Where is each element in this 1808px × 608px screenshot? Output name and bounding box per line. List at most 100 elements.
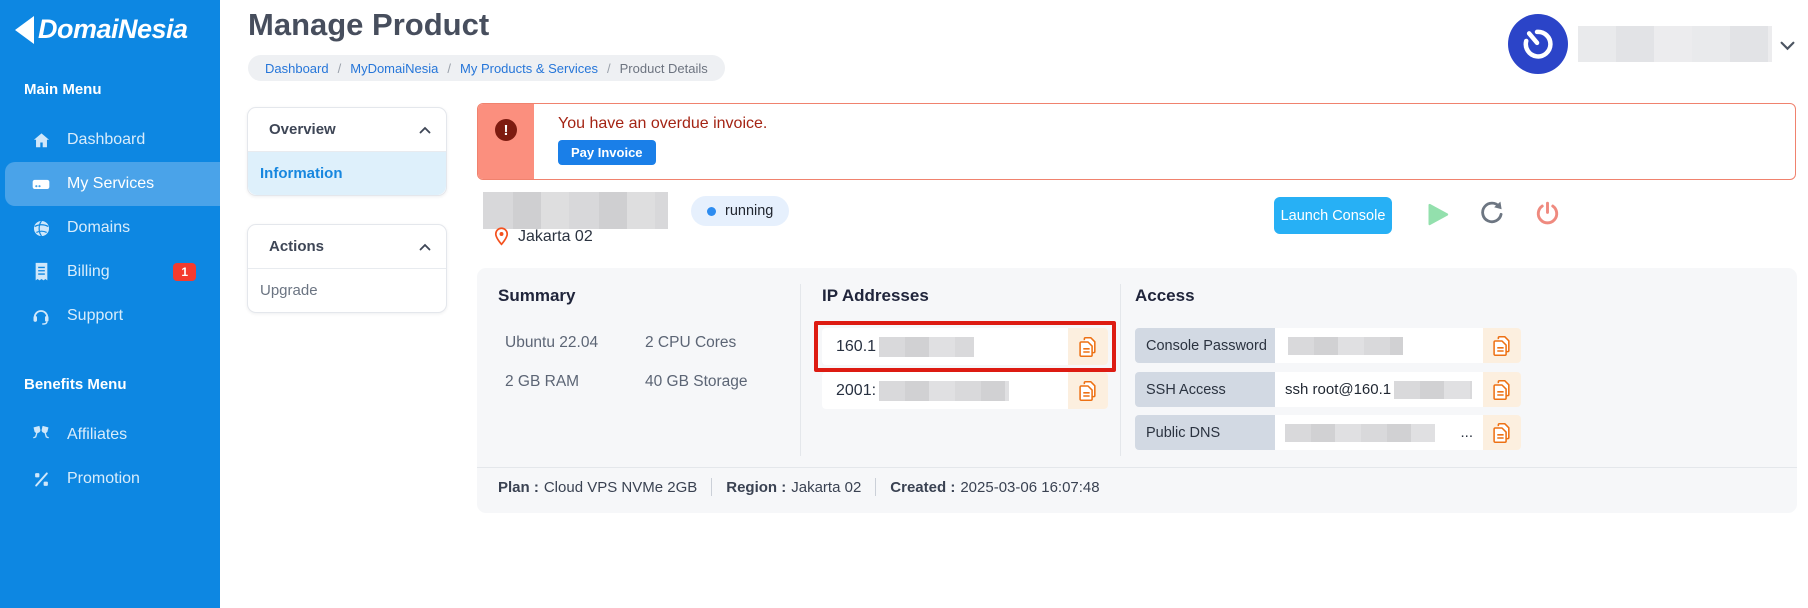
actions-heading: Actions bbox=[269, 238, 324, 255]
created-value: 2025-03-06 16:07:48 bbox=[960, 479, 1099, 496]
alert-body: You have an overdue invoice. Pay Invoice bbox=[534, 104, 767, 179]
region-label: Region : bbox=[726, 479, 786, 496]
ipv6-value: 2001: bbox=[822, 372, 1068, 409]
plan-value: Cloud VPS NVMe 2GB bbox=[544, 479, 697, 496]
visible-value: ssh root@160.1 bbox=[1285, 381, 1391, 398]
breadcrumb-link-dashboard[interactable]: Dashboard bbox=[265, 61, 329, 76]
sidebar-item-affiliates[interactable]: Affiliates bbox=[0, 413, 220, 457]
divider bbox=[800, 284, 801, 456]
server-icon bbox=[30, 173, 52, 195]
alert-message: You have an overdue invoice. bbox=[558, 115, 767, 133]
summary-item-storage: 40 GB Storage bbox=[645, 373, 805, 391]
access-row-label: Public DNS bbox=[1135, 415, 1275, 450]
redacted-value bbox=[1394, 381, 1472, 399]
copy-console-password-button[interactable] bbox=[1483, 328, 1521, 363]
sidebar-item-my-services[interactable]: My Services bbox=[5, 162, 220, 206]
access-heading: Access bbox=[1135, 286, 1195, 306]
globe-icon bbox=[30, 217, 52, 239]
actions-card: Actions Upgrade bbox=[247, 224, 447, 313]
sidebar-heading-main-menu: Main Menu bbox=[0, 81, 220, 98]
summary-heading: Summary bbox=[498, 286, 575, 306]
ssh-access-value: ssh root@160.1 bbox=[1275, 372, 1483, 407]
region-value: Jakarta 02 bbox=[791, 479, 861, 496]
billing-badge: 1 bbox=[173, 263, 196, 281]
headset-icon bbox=[30, 305, 52, 327]
copy-ipv4-button[interactable] bbox=[1068, 328, 1108, 365]
menu-item-information[interactable]: Information bbox=[248, 152, 446, 195]
redacted-value bbox=[879, 337, 974, 357]
plan-details-footer: Plan : Cloud VPS NVMe 2GB Region : Jakar… bbox=[498, 478, 1100, 496]
server-location: Jakarta 02 bbox=[494, 227, 593, 246]
product-details-card: Summary Ubuntu 22.04 2 CPU Cores 2 GB RA… bbox=[477, 268, 1797, 513]
ipv4-visible-prefix: 160.1 bbox=[836, 338, 876, 356]
ellipsis-text: ... bbox=[1460, 424, 1473, 441]
public-dns-row: Public DNS ... bbox=[1135, 415, 1521, 450]
divider bbox=[875, 478, 876, 496]
sidebar-item-dashboard[interactable]: Dashboard bbox=[0, 118, 220, 162]
sidebar-item-label: My Services bbox=[67, 175, 154, 193]
console-password-value bbox=[1275, 328, 1483, 363]
sidebar-nav-main: Dashboard My Services Domains Billing 1 bbox=[0, 118, 220, 338]
copy-icon bbox=[1492, 422, 1512, 444]
sidebar-nav-benefits: Affiliates Promotion bbox=[0, 413, 220, 501]
overdue-invoice-alert: ! You have an overdue invoice. Pay Invoi… bbox=[477, 103, 1796, 180]
sidebar-item-billing[interactable]: Billing 1 bbox=[0, 250, 220, 294]
overview-card: Overview Information bbox=[247, 107, 447, 196]
copy-icon bbox=[1492, 379, 1512, 401]
breadcrumb-separator: / bbox=[338, 61, 342, 76]
ipv6-address-field: 2001: bbox=[822, 372, 1108, 409]
launch-console-button[interactable]: Launch Console bbox=[1274, 197, 1392, 234]
actions-card-header[interactable]: Actions bbox=[248, 225, 446, 269]
summary-item-os: Ubuntu 22.04 bbox=[505, 334, 645, 352]
ipv4-address-field: 160.1 bbox=[822, 328, 1108, 365]
sidebar-item-promotion[interactable]: Promotion bbox=[0, 457, 220, 501]
power-logo-icon bbox=[1520, 26, 1556, 62]
redacted-value bbox=[1288, 337, 1403, 355]
status-text: running bbox=[725, 203, 773, 219]
ssh-access-row: SSH Access ssh root@160.1 bbox=[1135, 372, 1521, 407]
exclamation-icon: ! bbox=[495, 119, 517, 141]
percent-icon bbox=[30, 468, 52, 490]
shutdown-button[interactable] bbox=[1534, 200, 1561, 227]
sidebar-item-support[interactable]: Support bbox=[0, 294, 220, 338]
breadcrumb-separator: / bbox=[607, 61, 611, 76]
app: DomaiNesia Main Menu Dashboard My Servic… bbox=[0, 0, 1808, 608]
status-dot-icon bbox=[707, 207, 716, 216]
sidebar-item-domains[interactable]: Domains bbox=[0, 206, 220, 250]
receipt-icon bbox=[30, 261, 52, 283]
brand-logo[interactable]: DomaiNesia bbox=[0, 0, 220, 45]
summary-item-cpu: 2 CPU Cores bbox=[645, 334, 805, 352]
start-button[interactable] bbox=[1424, 201, 1451, 228]
divider bbox=[711, 478, 712, 496]
ipv4-value: 160.1 bbox=[822, 328, 1068, 365]
breadcrumb-link-my-products-services[interactable]: My Products & Services bbox=[460, 61, 598, 76]
sidebar-heading-benefits-menu: Benefits Menu bbox=[0, 376, 220, 393]
copy-ssh-access-button[interactable] bbox=[1483, 372, 1521, 407]
copy-public-dns-button[interactable] bbox=[1483, 415, 1521, 450]
server-name-redacted bbox=[483, 192, 668, 229]
copy-icon bbox=[1078, 380, 1098, 402]
pay-invoice-button[interactable]: Pay Invoice bbox=[558, 140, 656, 165]
user-name-redacted[interactable] bbox=[1578, 26, 1772, 62]
copy-icon bbox=[1078, 336, 1098, 358]
restart-button[interactable] bbox=[1478, 201, 1504, 227]
home-icon bbox=[30, 129, 52, 151]
sidebar: DomaiNesia Main Menu Dashboard My Servic… bbox=[0, 0, 220, 608]
breadcrumb-link-mydomainesia[interactable]: MyDomaiNesia bbox=[350, 61, 438, 76]
sidebar-item-label: Promotion bbox=[67, 470, 140, 488]
chevron-down-icon[interactable] bbox=[1780, 38, 1795, 56]
redacted-value bbox=[879, 381, 1009, 401]
user-avatar[interactable] bbox=[1508, 14, 1568, 74]
menu-item-upgrade[interactable]: Upgrade bbox=[248, 269, 446, 312]
sidebar-item-label: Support bbox=[67, 307, 123, 325]
brand-logo-text: DomaiNesia bbox=[38, 14, 188, 45]
plan-label: Plan : bbox=[498, 479, 539, 496]
play-icon bbox=[1424, 201, 1451, 228]
copy-ipv6-button[interactable] bbox=[1068, 372, 1108, 409]
status-badge: running bbox=[691, 196, 789, 226]
overview-heading: Overview bbox=[269, 121, 336, 138]
overview-card-header[interactable]: Overview bbox=[248, 108, 446, 152]
alert-stripe: ! bbox=[478, 104, 534, 179]
sidebar-item-label: Domains bbox=[67, 219, 130, 237]
chevron-up-icon bbox=[419, 126, 431, 134]
